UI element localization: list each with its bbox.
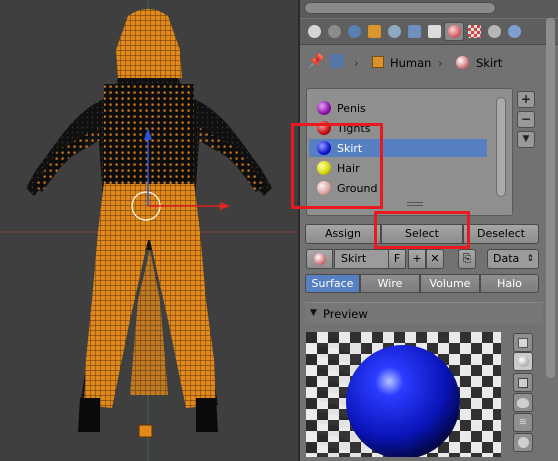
- list-item[interactable]: Ground: [309, 179, 487, 197]
- list-item[interactable]: Hair: [309, 159, 487, 177]
- x-gizmo-arrow[interactable]: [220, 202, 230, 210]
- preview-sphere: [346, 345, 460, 457]
- tab-volume[interactable]: Volume: [420, 274, 480, 293]
- slot-specials-button[interactable]: ▼: [517, 131, 535, 148]
- list-item[interactable]: Tights: [309, 119, 487, 137]
- material-swatch-icon: [317, 101, 331, 115]
- material-ball-icon: [456, 56, 469, 69]
- tab-wire[interactable]: Wire: [360, 274, 420, 293]
- material-slot-list[interactable]: Penis Tights Skirt Hair Ground: [306, 88, 513, 216]
- list-item[interactable]: Penis: [309, 99, 487, 117]
- new-material-button[interactable]: +: [408, 249, 426, 269]
- context-tabs: [300, 19, 558, 45]
- material-preview: [306, 332, 501, 457]
- monkey-icon[interactable]: [513, 393, 533, 412]
- slot-label: Tights: [337, 122, 371, 135]
- breadcrumb-separator-icon: ›: [438, 56, 443, 70]
- slot-label: Hair: [337, 162, 360, 175]
- material-swatch-icon: [317, 141, 331, 155]
- data-icon[interactable]: [424, 22, 444, 41]
- fake-user-button[interactable]: F: [388, 249, 406, 269]
- unlink-material-button[interactable]: ✕: [426, 249, 444, 269]
- render-icon[interactable]: [304, 22, 324, 41]
- breadcrumb: 📌 › Human › Skirt: [300, 48, 558, 78]
- sky-icon[interactable]: [513, 433, 533, 452]
- plane-icon[interactable]: [513, 333, 533, 352]
- header-scroll-slot[interactable]: [304, 2, 496, 14]
- sphere-icon[interactable]: [513, 352, 533, 371]
- physics-icon[interactable]: [504, 22, 524, 41]
- deselect-button[interactable]: Deselect: [463, 224, 539, 244]
- slot-label: Penis: [337, 102, 366, 115]
- scene-link-icon: [330, 54, 344, 68]
- link-select[interactable]: Data ⇕: [487, 249, 539, 269]
- right-foot: [196, 398, 218, 432]
- constraints-icon[interactable]: [384, 22, 404, 41]
- properties-editor: 📌 › Human › Skirt Penis Tights Skirt Hai…: [300, 0, 558, 461]
- list-scrollbar[interactable]: [496, 97, 506, 197]
- world-icon[interactable]: [344, 22, 364, 41]
- material-swatch-icon: [317, 121, 331, 135]
- texture-icon[interactable]: [464, 22, 484, 41]
- hair-mesh: [116, 9, 182, 78]
- tab-halo[interactable]: Halo: [480, 274, 539, 293]
- remove-slot-button[interactable]: −: [517, 111, 535, 128]
- modifiers-icon[interactable]: [404, 22, 424, 41]
- material-icon[interactable]: [444, 22, 464, 41]
- chevron-down-icon: ⇕: [526, 254, 534, 264]
- list-resize-grip[interactable]: [407, 202, 423, 206]
- object-icon[interactable]: [364, 22, 384, 41]
- breadcrumb-material[interactable]: Skirt: [476, 56, 502, 70]
- collapse-triangle-icon[interactable]: ▼: [310, 308, 317, 318]
- breadcrumb-object[interactable]: Human: [390, 56, 431, 70]
- slot-label: Skirt: [337, 142, 363, 155]
- add-slot-button[interactable]: +: [517, 91, 535, 108]
- material-swatch-icon: [317, 161, 331, 175]
- scene-icon[interactable]: [324, 22, 344, 41]
- preview-render: [306, 332, 501, 457]
- assign-button[interactable]: Assign: [305, 224, 381, 244]
- preview-panel-header[interactable]: ▼ Preview: [305, 302, 543, 324]
- particles-icon[interactable]: [484, 22, 504, 41]
- object-cube-icon: [372, 56, 384, 68]
- browse-material-icon[interactable]: [306, 249, 333, 269]
- hair-icon[interactable]: ≋: [513, 413, 533, 432]
- properties-scrollbar[interactable]: [546, 18, 555, 378]
- cube-icon[interactable]: [513, 373, 533, 392]
- header-scrollbar[interactable]: [300, 0, 558, 18]
- left-foot: [78, 398, 100, 432]
- list-item-selected[interactable]: Skirt: [309, 139, 487, 157]
- breadcrumb-separator-icon: ›: [354, 56, 359, 70]
- material-swatch-icon: [317, 181, 331, 195]
- viewport-canvas[interactable]: [0, 0, 298, 461]
- panel-title: Preview: [323, 307, 368, 321]
- link-select-value: Data: [493, 252, 520, 265]
- tab-surface[interactable]: Surface: [305, 274, 360, 293]
- slot-label: Ground: [337, 182, 378, 195]
- copy-material-icon[interactable]: ⎘: [458, 249, 476, 269]
- pin-icon[interactable]: 📌: [308, 54, 324, 69]
- origin-marker[interactable]: [138, 424, 153, 438]
- select-button[interactable]: Select: [381, 224, 463, 244]
- 3d-viewport[interactable]: [0, 0, 298, 461]
